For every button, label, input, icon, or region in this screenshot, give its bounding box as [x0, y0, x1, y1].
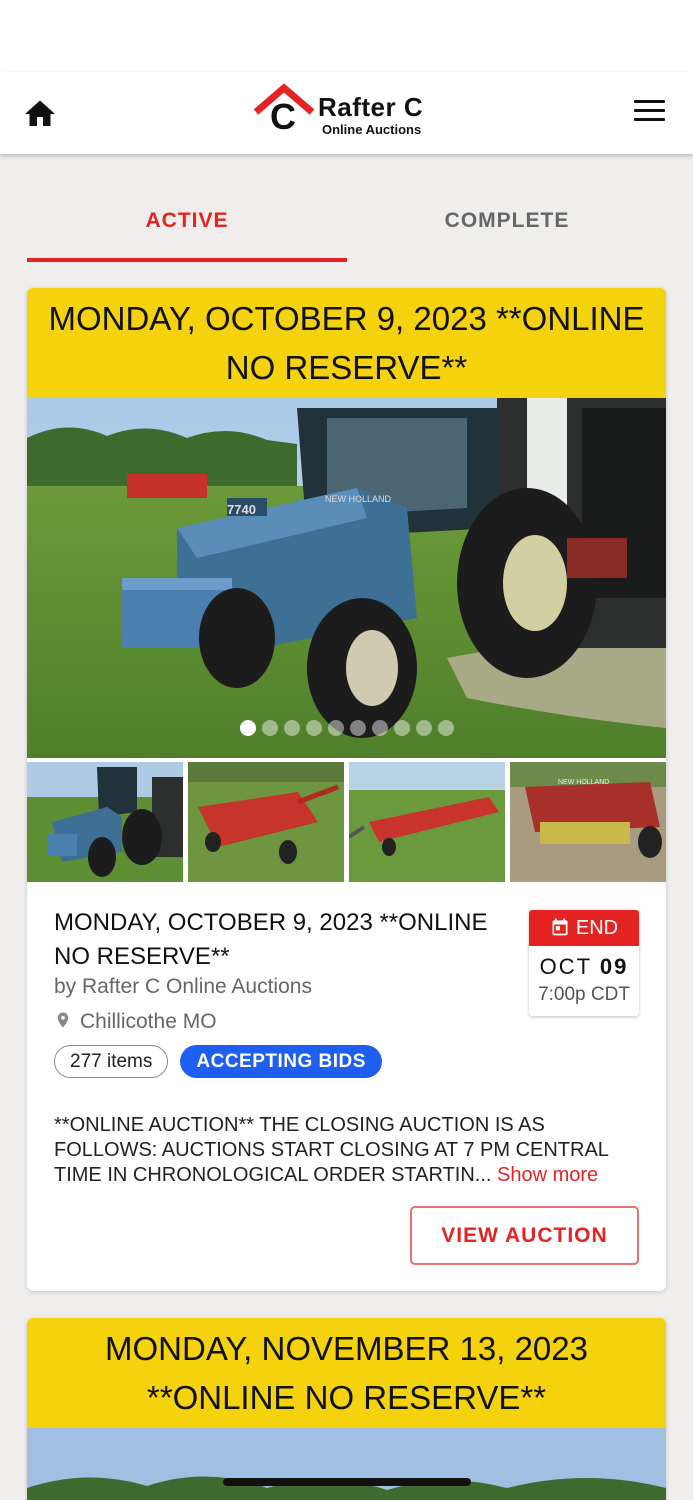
hamburger-icon-bar: [634, 118, 665, 121]
carousel-dot[interactable]: [371, 720, 388, 736]
calendar-icon: [552, 918, 568, 936]
tractor-brand-label: NEW HOLLAND: [325, 494, 392, 504]
home-icon: [25, 100, 55, 126]
auction-location: Chillicothe MO: [54, 1009, 217, 1034]
hamburger-icon-bar: [634, 100, 665, 103]
end-time: 7:00p CDT: [538, 984, 630, 1005]
auction-card[interactable]: MONDAY, NOVEMBER 13, 2023 **ONLINE NO RE…: [27, 1318, 666, 1500]
status-bar: [0, 0, 693, 72]
home-indicator: [223, 1478, 471, 1486]
end-month: OCT: [539, 954, 592, 979]
thumbnail-mower[interactable]: [349, 762, 505, 882]
end-date-box: END OCT 09 7:00p CDT: [529, 910, 639, 1016]
tab-indicator: [27, 258, 347, 262]
thumbnail-tractor[interactable]: [27, 762, 183, 882]
tractor-photo: 7740 NEW HOLLAND: [27, 398, 666, 758]
brand-logo[interactable]: C Rafter C Online Auctions: [252, 82, 452, 142]
baler-brand-label: NEW HOLLAND: [558, 779, 609, 786]
carousel-dot[interactable]: [349, 720, 366, 736]
auction-seller: by Rafter C Online Auctions: [54, 975, 312, 998]
tractor-model-badge: 7740: [227, 502, 256, 517]
end-date-header: END: [529, 910, 639, 946]
end-date: OCT 09: [529, 954, 639, 980]
carousel-dot[interactable]: [305, 720, 322, 736]
logo-letter: C: [270, 96, 296, 137]
carousel-dot[interactable]: [393, 720, 410, 736]
carousel-dot[interactable]: [261, 720, 278, 736]
auction-header-title: MONDAY, NOVEMBER 13, 2023 **ONLINE NO RE…: [27, 1318, 666, 1428]
auction-photo: [27, 1428, 666, 1500]
menu-button[interactable]: [634, 100, 670, 128]
location-pin-icon: [57, 1012, 69, 1028]
logo-subtitle: Online Auctions: [322, 122, 422, 137]
carousel-dot[interactable]: [437, 720, 454, 736]
items-count-badge: 277 items: [54, 1045, 169, 1078]
carousel-dot[interactable]: [327, 720, 344, 736]
logo-title: Rafter C: [318, 92, 424, 122]
auction-main-image[interactable]: 7740 NEW HOLLAND: [27, 398, 666, 758]
view-auction-button[interactable]: VIEW AUCTION: [410, 1206, 639, 1265]
auction-tabs: ACTIVE COMPLETE: [27, 190, 666, 262]
carousel-dot[interactable]: [283, 720, 300, 736]
tab-active[interactable]: ACTIVE: [27, 190, 347, 262]
end-day: 09: [599, 954, 629, 979]
show-more-link[interactable]: Show more: [497, 1164, 598, 1186]
app-bar: C Rafter C Online Auctions: [0, 72, 693, 154]
carousel-dots[interactable]: [27, 720, 666, 741]
carousel-dot[interactable]: [239, 720, 256, 736]
auction-main-image[interactable]: [27, 1428, 666, 1500]
hamburger-icon-bar: [634, 109, 665, 112]
location-text: Chillicothe MO: [80, 1010, 217, 1033]
auction-description: **ONLINE AUCTION** THE CLOSING AUCTION I…: [54, 1113, 644, 1188]
tab-complete[interactable]: COMPLETE: [347, 190, 667, 262]
auction-card[interactable]: MONDAY, OCTOBER 9, 2023 **ONLINE NO RESE…: [27, 288, 666, 1291]
carousel-dot[interactable]: [415, 720, 432, 736]
thumbnail-strip: NEW HOLLAND: [27, 762, 666, 884]
auction-badges: 277 items ACCEPTING BIDS: [54, 1045, 382, 1078]
home-button[interactable]: [22, 96, 58, 132]
auction-title[interactable]: MONDAY, OCTOBER 9, 2023 **ONLINE NO RESE…: [54, 906, 504, 974]
end-label: END: [575, 917, 619, 939]
thumbnail-baler[interactable]: NEW HOLLAND: [510, 762, 666, 882]
auction-header-title: MONDAY, OCTOBER 9, 2023 **ONLINE NO RESE…: [27, 288, 666, 398]
status-badge: ACCEPTING BIDS: [180, 1045, 382, 1078]
thumbnail-rotary-cutter[interactable]: [188, 762, 344, 882]
